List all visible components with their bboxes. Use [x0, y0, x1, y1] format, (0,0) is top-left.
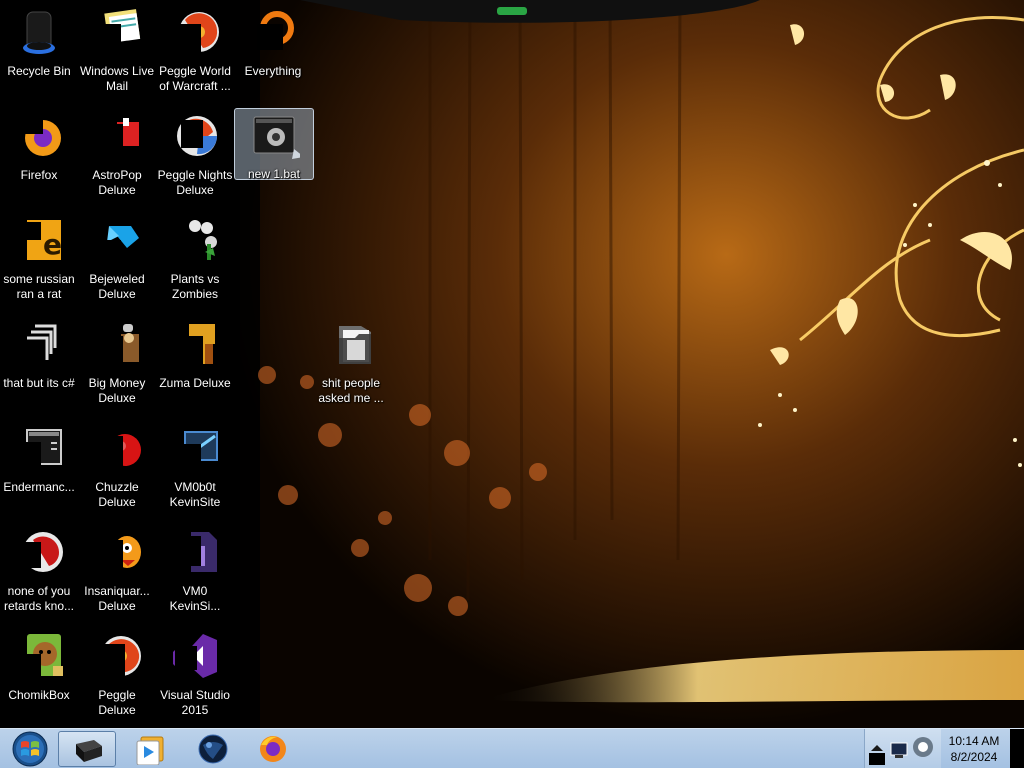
- tray-icons: [864, 729, 941, 768]
- desktop-icon-bejeweled-deluxe[interactable]: Bejeweled Deluxe: [78, 210, 156, 310]
- icon-label: Everything: [244, 64, 302, 78]
- icon-label: that but its c#: [3, 376, 75, 390]
- globe-icon: [198, 734, 228, 764]
- command-prompt-icon: [76, 740, 102, 762]
- big-money-icon: [91, 318, 143, 370]
- astropop-icon: [91, 110, 143, 162]
- start-button[interactable]: [6, 729, 48, 768]
- icon-label: VM0b0t KevinSite: [169, 480, 221, 509]
- icon-label: shit people asked me ...: [318, 376, 384, 405]
- chomikbox-icon: [13, 630, 65, 682]
- icon-label: Firefox: [20, 168, 58, 182]
- java-icon: e: [13, 214, 65, 266]
- icon-label: VM0 KevinSi...: [169, 584, 221, 613]
- desktop-icon-that-but-its-csharp[interactable]: that but its c#: [0, 314, 78, 414]
- desktop-icon-some-russian-ran-a-rat[interactable]: e some russian ran a rat: [0, 210, 78, 310]
- icon-label: none of you retards kno...: [3, 584, 75, 613]
- mail-icon: [91, 6, 143, 58]
- desktop-icon-peggle-nights-deluxe[interactable]: Peggle Nights Deluxe: [156, 106, 234, 206]
- icon-label: new 1.bat: [247, 167, 301, 181]
- chuzzle-icon: [91, 422, 143, 474]
- icon-label: ChomikBox: [8, 688, 70, 702]
- desktop-icon-astropop-deluxe[interactable]: AstroPop Deluxe: [78, 106, 156, 206]
- clock[interactable]: 10:14 AM 8/2/2024: [944, 733, 1004, 765]
- desktop-icon-chuzzle-deluxe[interactable]: Chuzzle Deluxe: [78, 418, 156, 518]
- svg-text:e: e: [43, 228, 62, 261]
- bejeweled-icon: [91, 214, 143, 266]
- firefox-icon: [260, 736, 286, 762]
- batch-file-icon: [248, 113, 300, 165]
- desktop-icon-insaniquarium-deluxe[interactable]: Insaniquar... Deluxe: [78, 522, 156, 622]
- icon-label: Bejeweled Deluxe: [89, 272, 145, 301]
- taskbar: 10:14 AM 8/2/2024: [0, 728, 1024, 768]
- icon-label: Peggle Deluxe: [98, 688, 136, 717]
- show-hidden-icons-icon[interactable]: [869, 745, 885, 765]
- icon-label: Visual Studio 2015: [160, 688, 230, 717]
- vm-file-icon: [169, 526, 221, 578]
- icon-label: Plants vs Zombies: [170, 272, 220, 301]
- desktop-icon-firefox[interactable]: Firefox: [0, 106, 78, 206]
- desktop-icon-everything[interactable]: Everything: [234, 2, 312, 102]
- show-desktop-button[interactable]: [1010, 729, 1024, 768]
- red-app-icon: [13, 526, 65, 578]
- icon-label: Chuzzle Deluxe: [95, 480, 139, 509]
- volume-icon[interactable]: [913, 737, 933, 757]
- folder-icon: [325, 318, 377, 370]
- desktop-icon-big-money-deluxe[interactable]: Big Money Deluxe: [78, 314, 156, 414]
- taskbar-button-globe[interactable]: [184, 731, 242, 767]
- vm-console-icon: [169, 422, 221, 474]
- desktop-icon-peggle-world-of-warcraft[interactable]: Peggle World of Warcraft ...: [156, 2, 234, 102]
- desktop-icon-vm0b0t-kevinsite[interactable]: VM0b0t KevinSite: [156, 418, 234, 518]
- desktop-icon-none-of-you[interactable]: none of you retards kno...: [0, 522, 78, 622]
- start-orb-icon: [12, 731, 48, 767]
- insaniquarium-icon: [91, 526, 143, 578]
- desktop-icon-windows-live-mail[interactable]: Windows Live Mail: [78, 2, 156, 102]
- console-app-icon: [13, 422, 65, 474]
- peggle-icon: [169, 6, 221, 58]
- media-player-icon: [136, 736, 164, 765]
- desktop-icon-peggle-deluxe[interactable]: Peggle Deluxe: [78, 626, 156, 726]
- icon-label: Peggle Nights Deluxe: [157, 168, 233, 197]
- icon-label: AstroPop Deluxe: [92, 168, 142, 197]
- peggle-deluxe-icon: [91, 630, 143, 682]
- desktop-icon-plants-vs-zombies[interactable]: Plants vs Zombies: [156, 210, 234, 310]
- system-tray: 10:14 AM 8/2/2024: [864, 729, 1024, 768]
- zuma-icon: [169, 318, 221, 370]
- network-icon[interactable]: [890, 742, 908, 758]
- taskbar-button-firefox[interactable]: [244, 731, 302, 767]
- desktop-icon-zuma-deluxe[interactable]: Zuma Deluxe: [156, 314, 234, 414]
- clock-date: 8/2/2024: [950, 750, 998, 764]
- icon-label: Big Money Deluxe: [88, 376, 146, 405]
- desktop-icon-new-1-bat[interactable]: new 1.bat: [234, 108, 314, 181]
- firefox-icon: [13, 110, 65, 162]
- shortcut-stack-icon: [13, 318, 65, 370]
- desktop-icon-recycle-bin[interactable]: Recycle Bin: [0, 2, 78, 102]
- recycle-bin-icon: [13, 6, 65, 58]
- icon-label: Peggle World of Warcraft ...: [159, 64, 231, 93]
- desktop-icon-visual-studio-2015[interactable]: Visual Studio 2015: [156, 626, 234, 726]
- clock-time: 10:14 AM: [948, 734, 1000, 748]
- icon-label: Endermanc...: [3, 480, 75, 494]
- peggle-nights-icon: [169, 110, 221, 162]
- icon-label: some russian ran a rat: [3, 272, 75, 301]
- taskbar-button-command-prompt[interactable]: [58, 731, 116, 767]
- icon-label: Insaniquar... Deluxe: [84, 584, 150, 613]
- desktop-icon-vm0-kevinsite[interactable]: VM0 KevinSi...: [156, 522, 234, 622]
- icon-label: Windows Live Mail: [79, 64, 155, 93]
- visual-studio-icon: [169, 630, 221, 682]
- taskbar-button-media-player[interactable]: [120, 731, 178, 767]
- desktop-icon-shit-people-asked-me[interactable]: shit people asked me ...: [312, 314, 390, 414]
- desktop-icon-endermanch[interactable]: Endermanc...: [0, 418, 78, 518]
- desktop-icon-chomikbox[interactable]: ChomikBox: [0, 626, 78, 726]
- icon-label: Recycle Bin: [7, 64, 71, 78]
- plants-vs-zombies-icon: [169, 214, 221, 266]
- everything-search-icon: [247, 6, 299, 58]
- icon-label: Zuma Deluxe: [159, 376, 231, 390]
